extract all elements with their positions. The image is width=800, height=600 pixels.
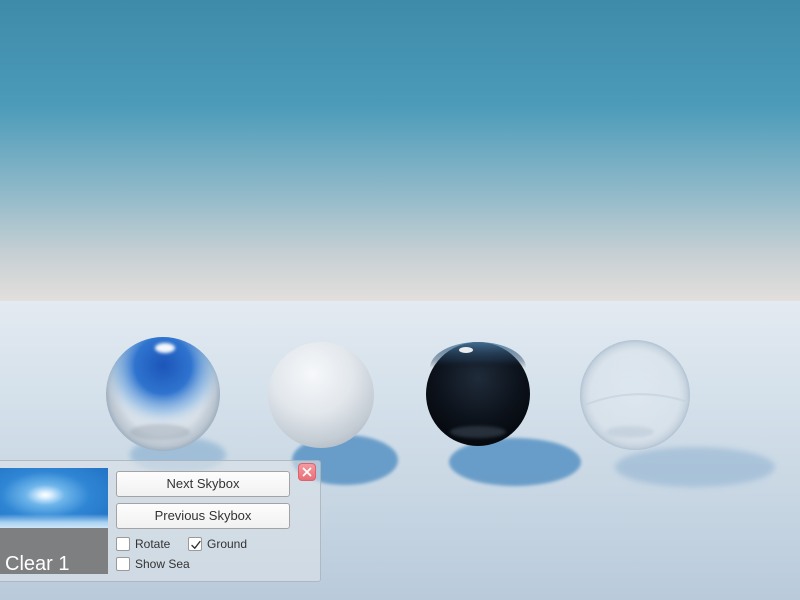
sphere-clear-glass (106, 337, 220, 451)
rotate-checkbox[interactable] (116, 537, 130, 551)
show-sea-checkbox[interactable] (116, 557, 130, 571)
sphere-frosted-glass (580, 340, 690, 450)
skybox-preview: Clear 1 (0, 468, 108, 574)
rotate-label: Rotate (135, 537, 171, 551)
game-viewport: Clear 1 Next Skybox Previous Skybox Rota… (0, 0, 800, 600)
ground-option[interactable]: Ground (188, 536, 247, 552)
show-sea-label: Show Sea (135, 557, 190, 571)
close-x-icon (302, 467, 312, 477)
ground-label: Ground (207, 537, 248, 551)
checkmark-icon (191, 540, 201, 549)
ground-checkbox[interactable] (188, 537, 202, 551)
next-skybox-button[interactable]: Next Skybox (116, 471, 290, 497)
show-sea-option[interactable]: Show Sea (116, 556, 190, 572)
shadow-frosted-glass (615, 447, 775, 487)
sphere-matte-white (268, 342, 374, 448)
skybox-name-label: Clear 1 (5, 553, 70, 574)
close-button[interactable] (298, 463, 316, 481)
sphere-glossy-black (426, 342, 530, 446)
shadow-glossy-black (449, 438, 581, 486)
rotate-option[interactable]: Rotate (116, 536, 170, 552)
previous-skybox-button[interactable]: Previous Skybox (116, 503, 290, 529)
skybox-control-panel: Clear 1 Next Skybox Previous Skybox Rota… (0, 460, 321, 582)
